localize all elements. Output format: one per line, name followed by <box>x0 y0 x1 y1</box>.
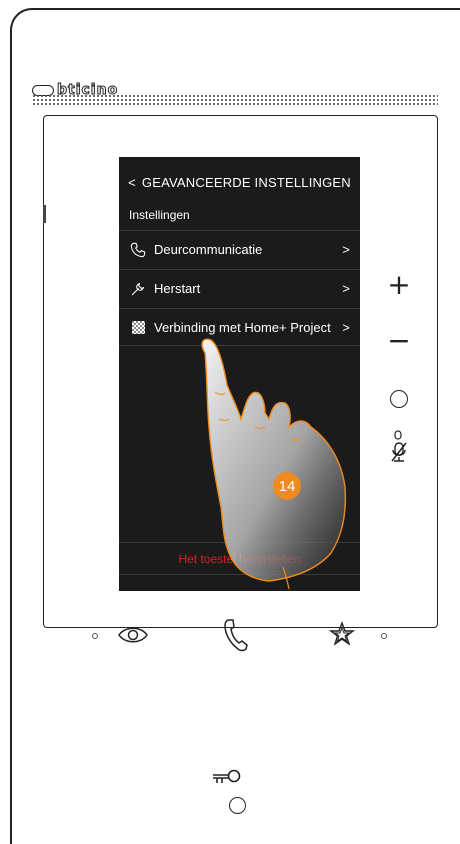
phone-handset-icon <box>128 240 148 260</box>
section-label: Instellingen <box>129 208 190 222</box>
chevron-right-icon: > <box>342 242 350 257</box>
phone-handset-icon[interactable] <box>222 618 248 657</box>
qr-code-icon <box>128 317 148 337</box>
touch-screen: < GEAVANCEERDE INSTELLINGEN Instellingen … <box>119 157 360 591</box>
bezel-marker <box>43 205 46 223</box>
chevron-right-icon: > <box>342 281 350 296</box>
menu-item-label: Verbinding met Home+ Project <box>154 319 331 335</box>
chevron-right-icon: > <box>342 319 350 335</box>
eye-icon[interactable] <box>117 623 149 652</box>
mic-mute-icon[interactable] <box>384 430 414 464</box>
star-icon[interactable] <box>328 621 356 652</box>
circle-button-icon[interactable] <box>390 390 408 408</box>
door-button[interactable] <box>229 797 246 814</box>
screen-title: GEAVANCEERDE INSTELLINGEN <box>141 175 351 190</box>
led-dot <box>381 633 387 639</box>
menu-item-deurcommunicatie[interactable]: Deurcommunicatie > <box>119 230 360 268</box>
step-badge-label: 14 <box>278 478 296 495</box>
minus-icon[interactable]: − <box>384 326 414 356</box>
key-icon[interactable] <box>212 768 242 791</box>
reset-device-button[interactable]: Het toestel herinstellen <box>119 542 360 575</box>
wrench-icon <box>128 279 148 299</box>
menu-item-label: Deurcommunicatie <box>154 242 263 257</box>
speaker-grille <box>32 94 438 106</box>
menu-item-verbinding-home-project[interactable]: Verbinding met Home+ Project > <box>119 308 360 346</box>
menu-item-label: Herstart <box>154 281 201 296</box>
led-dot <box>92 633 98 639</box>
menu-item-herstart[interactable]: Herstart > <box>119 269 360 307</box>
screen-header[interactable]: < GEAVANCEERDE INSTELLINGEN <box>119 175 360 190</box>
plus-icon[interactable]: + <box>384 270 414 300</box>
chevron-left-icon[interactable]: < <box>128 175 136 190</box>
